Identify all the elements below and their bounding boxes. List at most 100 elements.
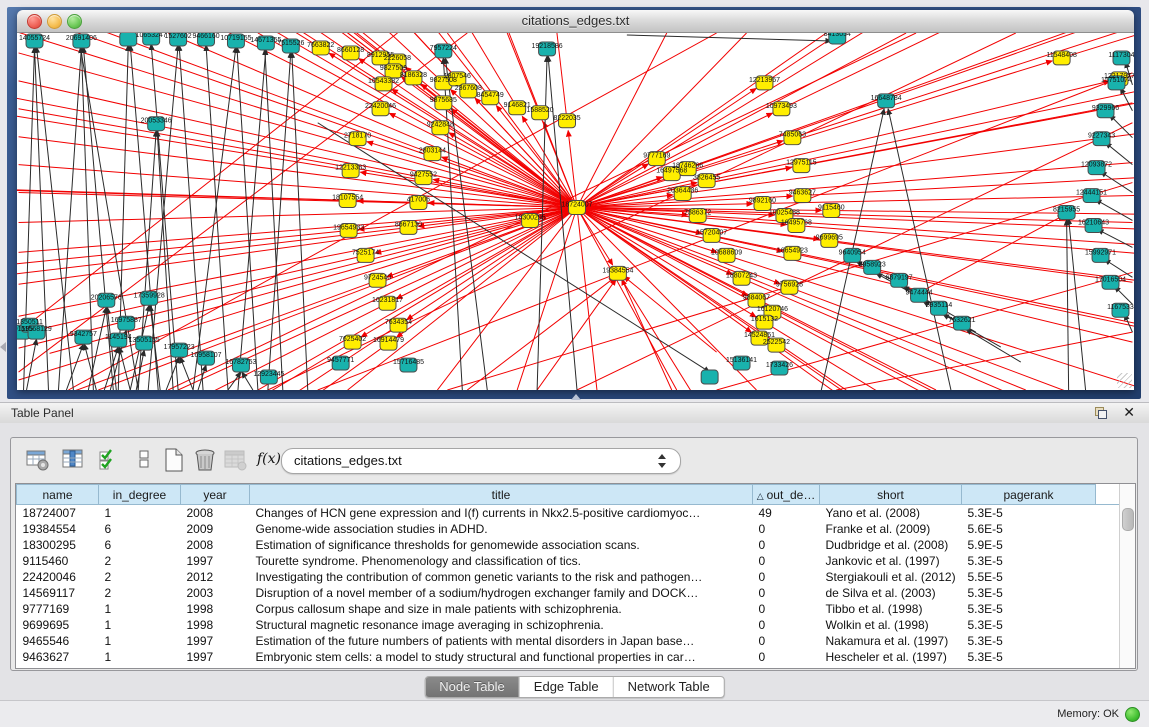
table-cell[interactable]: 1998	[181, 617, 250, 633]
graph-node[interactable]	[701, 370, 718, 384]
table-cell[interactable]: 19384554	[17, 521, 99, 537]
table-cell[interactable]: de Silva et al. (2003)	[820, 585, 962, 601]
table-cell[interactable]: Franke et al. (2009)	[820, 521, 962, 537]
table-cell[interactable]: 0	[753, 585, 820, 601]
table-cell[interactable]: 9463627	[17, 649, 99, 665]
table-cell[interactable]: 1	[99, 633, 181, 649]
table-cell[interactable]: Wolkin et al. (1998)	[820, 617, 962, 633]
show-columns-button[interactable]	[61, 447, 87, 473]
table-cell[interactable]: 22420046	[17, 569, 99, 585]
table-cell[interactable]: 5.3E-5	[962, 633, 1096, 649]
table-cell[interactable]: Hescheler et al. (1997)	[820, 649, 962, 665]
table-cell[interactable]: 6	[99, 537, 181, 553]
tab-node-table[interactable]: Node Table	[425, 677, 519, 697]
table-cell[interactable]: 2012	[181, 569, 250, 585]
table-cell[interactable]: Genome-wide association studies in ADHD.	[250, 521, 753, 537]
table-cell[interactable]: 9699695	[17, 617, 99, 633]
row-height-button[interactable]	[131, 447, 157, 473]
tab-edge-table[interactable]: Edge Table	[519, 677, 613, 697]
table-cell[interactable]: Jankovic et al. (1997)	[820, 553, 962, 569]
table-row[interactable]: 1830029562008Estimation of significance …	[17, 537, 1120, 553]
import-table-button[interactable]	[223, 447, 249, 473]
table-row[interactable]: 1456911722003Disruption of a novel membe…	[17, 585, 1120, 601]
table-row[interactable]: 969969511998Structural magnetic resonanc…	[17, 617, 1120, 633]
table-row[interactable]: 2242004622012Investigating the contribut…	[17, 569, 1120, 585]
table-row[interactable]: 946362711997Embryonic stem cells: a mode…	[17, 649, 1120, 665]
table-cell[interactable]: Corpus callosum shape and size in male p…	[250, 601, 753, 617]
table-cell[interactable]: 2008	[181, 537, 250, 553]
table-cell[interactable]: Estimation of the future numbers of pati…	[250, 633, 753, 649]
table-cell[interactable]: 1	[99, 617, 181, 633]
table-cell[interactable]: 0	[753, 553, 820, 569]
table-cell[interactable]: 0	[753, 649, 820, 665]
new-document-button[interactable]	[161, 447, 187, 473]
table-cell[interactable]: 2009	[181, 521, 250, 537]
table-cell[interactable]: 5.5E-5	[962, 569, 1096, 585]
table-cell[interactable]: 1997	[181, 649, 250, 665]
table-cell[interactable]: Nakamura et al. (1997)	[820, 633, 962, 649]
table-select-dropdown[interactable]: citations_edges.txt	[281, 448, 681, 474]
table-cell[interactable]: 0	[753, 617, 820, 633]
vertical-scrollbar[interactable]	[1119, 484, 1135, 668]
table-cell[interactable]: 6	[99, 521, 181, 537]
column-header-title[interactable]: title	[250, 485, 753, 505]
table-cell[interactable]: 1997	[181, 553, 250, 569]
table-cell[interactable]: 9777169	[17, 601, 99, 617]
table-cell[interactable]: 18300295	[17, 537, 99, 553]
close-panel-icon[interactable]: ✕	[1123, 404, 1135, 421]
float-window-icon[interactable]	[1095, 407, 1107, 419]
table-cell[interactable]: 0	[753, 569, 820, 585]
table-cell[interactable]: 9115460	[17, 553, 99, 569]
table-settings-button[interactable]	[25, 447, 51, 473]
table-cell[interactable]: 0	[753, 521, 820, 537]
split-handle-icon[interactable]	[571, 394, 581, 400]
table-cell[interactable]: 1997	[181, 633, 250, 649]
table-cell[interactable]: 1998	[181, 601, 250, 617]
table-cell[interactable]: 1	[99, 601, 181, 617]
select-rows-button[interactable]	[97, 447, 123, 473]
table-cell[interactable]: 2003	[181, 585, 250, 601]
table-row[interactable]: 977716911998Corpus callosum shape and si…	[17, 601, 1120, 617]
table-cell[interactable]: Dudbridge et al. (2008)	[820, 537, 962, 553]
resize-grip-icon[interactable]	[1117, 373, 1132, 388]
table-cell[interactable]: 2	[99, 569, 181, 585]
table-cell[interactable]: 18724007	[17, 505, 99, 522]
collapse-panel-icon[interactable]	[0, 342, 6, 352]
table-cell[interactable]: 5.3E-5	[962, 649, 1096, 665]
column-header-out_degree[interactable]: △out_de…	[753, 485, 820, 505]
table-cell[interactable]: 2	[99, 585, 181, 601]
table-cell[interactable]: 0	[753, 633, 820, 649]
network-view[interactable]: 1872400722260589827509165433828186328982…	[17, 33, 1134, 390]
table-cell[interactable]: Tourette syndrome. Phenomenology and cla…	[250, 553, 753, 569]
window-titlebar[interactable]: citations_edges.txt	[17, 10, 1134, 33]
table-cell[interactable]: 5.3E-5	[962, 617, 1096, 633]
table-cell[interactable]: Stergiakouli et al. (2012)	[820, 569, 962, 585]
table-cell[interactable]: Tibbo et al. (1998)	[820, 601, 962, 617]
table-row[interactable]: 1872400712008Changes of HCN gene express…	[17, 505, 1120, 522]
table-cell[interactable]: 1	[99, 505, 181, 522]
table-cell[interactable]: Estimation of significance thresholds fo…	[250, 537, 753, 553]
table-cell[interactable]: Disruption of a novel member of a sodium…	[250, 585, 753, 601]
table-cell[interactable]: 5.9E-5	[962, 537, 1096, 553]
tab-network-table[interactable]: Network Table	[613, 677, 724, 697]
table-cell[interactable]: 0	[753, 601, 820, 617]
function-builder-button[interactable]: f(x)	[257, 451, 283, 477]
column-header-year[interactable]: year	[181, 485, 250, 505]
table-cell[interactable]: 0	[753, 537, 820, 553]
table-row[interactable]: 911546021997Tourette syndrome. Phenomeno…	[17, 553, 1120, 569]
table-cell[interactable]: Changes of HCN gene expression and I(f) …	[250, 505, 753, 522]
table-cell[interactable]: 49	[753, 505, 820, 522]
column-header-name[interactable]: name	[17, 485, 99, 505]
table-cell[interactable]: 9465546	[17, 633, 99, 649]
delete-table-button[interactable]	[192, 447, 218, 473]
table-cell[interactable]: 5.3E-5	[962, 601, 1096, 617]
column-header-short[interactable]: short	[820, 485, 962, 505]
table-cell[interactable]: Embryonic stem cells: a model to study s…	[250, 649, 753, 665]
table-cell[interactable]: 5.3E-5	[962, 585, 1096, 601]
table-cell[interactable]: Structural magnetic resonance image aver…	[250, 617, 753, 633]
table-cell[interactable]: 5.3E-5	[962, 505, 1096, 522]
graph-node[interactable]	[120, 33, 137, 46]
table-cell[interactable]: 5.3E-5	[962, 553, 1096, 569]
table-row[interactable]: 946554611997Estimation of the future num…	[17, 633, 1120, 649]
table-cell[interactable]: 2008	[181, 505, 250, 522]
